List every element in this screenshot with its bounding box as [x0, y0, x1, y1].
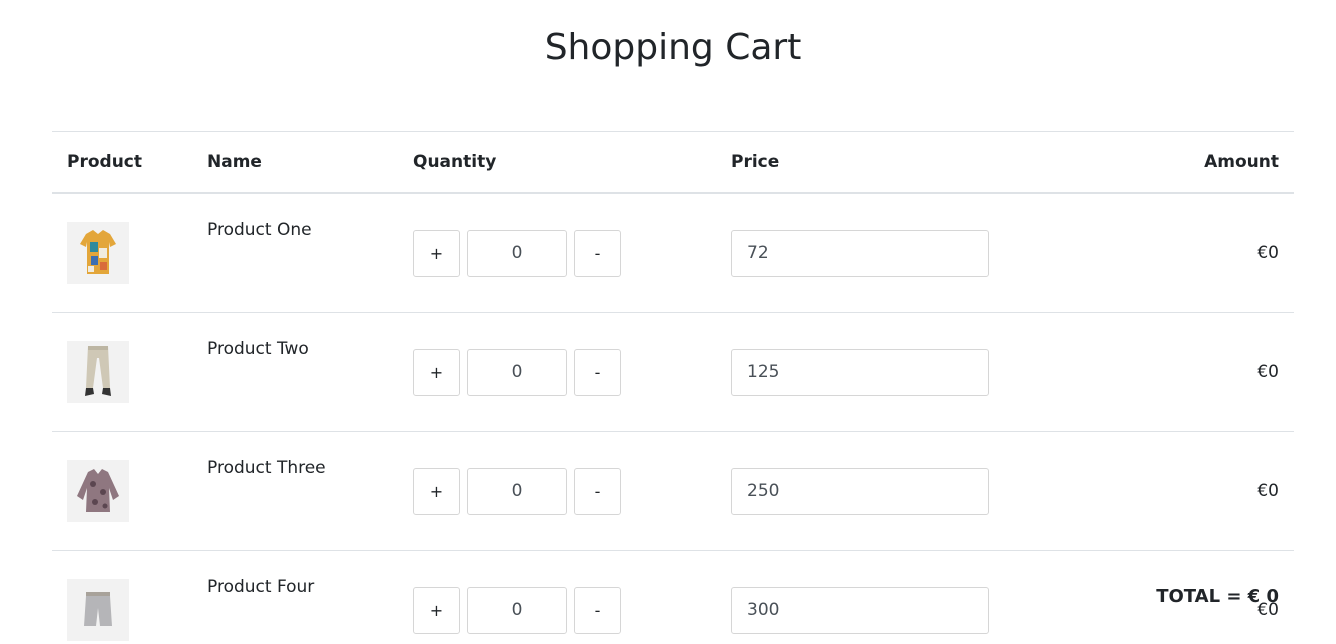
price-input[interactable]: 72	[731, 229, 989, 277]
quantity-stepper: + 0 -	[413, 348, 701, 396]
page-title: Shopping Cart	[544, 27, 802, 68]
beige-pants-image	[67, 341, 129, 403]
quantity-cell: + 0 -	[398, 312, 716, 432]
table-row: Product Three + 0 - 250 €0	[52, 431, 1294, 551]
product-name: Product One	[192, 193, 398, 313]
colorful-shirt-image	[67, 222, 129, 284]
product-name: Product Two	[192, 312, 398, 432]
header-name: Name	[192, 131, 398, 194]
decrement-button[interactable]: -	[574, 467, 621, 515]
quantity-cell: + 0 -	[398, 193, 716, 313]
product-image-cell	[52, 431, 192, 551]
table-row: Product One + 0 - 72 €0	[52, 193, 1294, 313]
header-product: Product	[52, 131, 192, 194]
quantity-stepper: + 0 -	[413, 586, 701, 634]
amount-value: €0	[1126, 312, 1294, 432]
quantity-input[interactable]: 0	[467, 586, 567, 634]
price-input[interactable]: 300	[731, 586, 989, 634]
price-cell: 250	[716, 431, 1126, 551]
cart-page: Shopping Cart Product Name Quantity Pric…	[0, 0, 1336, 644]
amount-value: €0	[1126, 193, 1294, 313]
table-row: Product Four + 0 - 300 €0	[52, 550, 1294, 644]
product-name: Product Three	[192, 431, 398, 551]
price-cell: 125	[716, 312, 1126, 432]
product-image-cell	[52, 193, 192, 313]
quantity-input[interactable]: 0	[467, 348, 567, 396]
quantity-cell: + 0 -	[398, 550, 716, 644]
increment-button[interactable]: +	[413, 348, 460, 396]
patterned-blouse-image	[67, 460, 129, 522]
price-input[interactable]: 250	[731, 467, 989, 515]
increment-button[interactable]: +	[413, 467, 460, 515]
decrement-button[interactable]: -	[574, 348, 621, 396]
product-name: Product Four	[192, 550, 398, 644]
table-row: Product Two + 0 - 125 €0	[52, 312, 1294, 432]
header-quantity: Quantity	[398, 131, 716, 194]
increment-button[interactable]: +	[413, 229, 460, 277]
header-price: Price	[716, 131, 1126, 194]
cart-table: Product Name Quantity Price Amount Produ…	[52, 131, 1294, 644]
decrement-button[interactable]: -	[574, 586, 621, 634]
table-header-row: Product Name Quantity Price Amount	[52, 131, 1294, 194]
product-image-cell	[52, 312, 192, 432]
header-amount: Amount	[1126, 131, 1294, 194]
decrement-button[interactable]: -	[574, 229, 621, 277]
quantity-input[interactable]: 0	[467, 229, 567, 277]
quantity-input[interactable]: 0	[467, 467, 567, 515]
quantity-cell: + 0 -	[398, 431, 716, 551]
price-cell: 300	[716, 550, 1126, 644]
price-input[interactable]: 125	[731, 348, 989, 396]
quantity-stepper: + 0 -	[413, 467, 701, 515]
product-image-cell	[52, 550, 192, 644]
amount-value: €0	[1126, 431, 1294, 551]
cart-total: TOTAL = € 0	[1156, 586, 1279, 607]
grey-shorts-image	[67, 579, 129, 641]
price-cell: 72	[716, 193, 1126, 313]
quantity-stepper: + 0 -	[413, 229, 701, 277]
increment-button[interactable]: +	[413, 586, 460, 634]
